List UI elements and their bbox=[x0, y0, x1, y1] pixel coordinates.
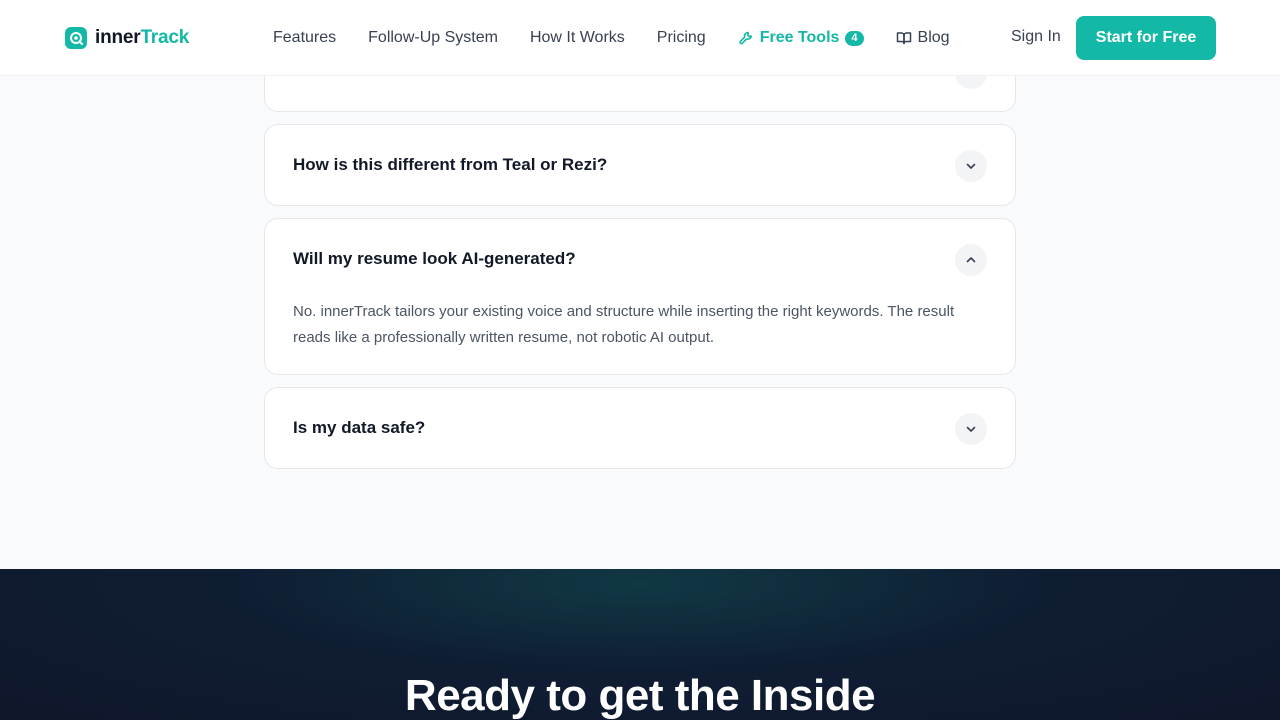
faq-question: How is this different from Teal or Rezi? bbox=[293, 155, 608, 174]
faq-item[interactable]: How is this different from Teal or Rezi? bbox=[264, 124, 1016, 206]
nav-follow-up-system[interactable]: Follow-Up System bbox=[368, 29, 498, 47]
faq-question: Will my resume look AI-generated? bbox=[293, 249, 576, 268]
brand-name: innerTrack bbox=[95, 27, 189, 49]
book-open-icon bbox=[896, 30, 912, 46]
site-header: innerTrack Features Follow-Up System How… bbox=[0, 0, 1280, 76]
chevron-up-icon[interactable] bbox=[955, 244, 987, 276]
chevron-down-icon[interactable] bbox=[955, 413, 987, 445]
nav-label: Follow-Up System bbox=[368, 29, 498, 46]
page: innerTrack Features Follow-Up System How… bbox=[0, 0, 1280, 720]
cta-heading: Ready to get the Inside bbox=[404, 671, 876, 720]
nav-blog[interactable]: Blog bbox=[896, 29, 950, 47]
nav-label: Features bbox=[273, 29, 337, 46]
wrench-icon bbox=[738, 30, 754, 46]
nav-label: Free Tools bbox=[759, 29, 840, 46]
faq-answer: No. innerTrack tailors your existing voi… bbox=[293, 303, 955, 346]
free-tools-count-badge: 4 bbox=[845, 30, 864, 46]
nav-pricing[interactable]: Pricing bbox=[657, 29, 706, 47]
nav-how-it-works[interactable]: How It Works bbox=[530, 29, 625, 47]
faq-item-expanded[interactable]: Will my resume look AI-generated? No. in… bbox=[264, 218, 1016, 375]
brand-logo[interactable]: innerTrack bbox=[65, 27, 189, 49]
faq-item[interactable]: Is my data safe? bbox=[264, 387, 1016, 469]
nav-label: How It Works bbox=[529, 29, 625, 46]
nav-features[interactable]: Features bbox=[273, 29, 336, 47]
faq-question: Is my data safe? bbox=[293, 418, 426, 437]
start-for-free-button[interactable]: Start for Free bbox=[1076, 16, 1216, 60]
logo-icon bbox=[65, 27, 87, 49]
cta-section: Ready to get the Inside bbox=[0, 569, 1280, 720]
main-nav: Features Follow-Up System How It Works P… bbox=[273, 0, 982, 76]
chevron-down-icon[interactable] bbox=[955, 150, 987, 182]
nav-label: Blog bbox=[917, 29, 950, 46]
nav-label: Pricing bbox=[656, 29, 706, 46]
nav-free-tools[interactable]: Free Tools 4 bbox=[738, 29, 864, 47]
sign-in-link[interactable]: Sign In bbox=[1011, 28, 1061, 46]
brand-name-part2: Track bbox=[140, 27, 190, 48]
brand-name-part1: inner bbox=[95, 27, 141, 48]
